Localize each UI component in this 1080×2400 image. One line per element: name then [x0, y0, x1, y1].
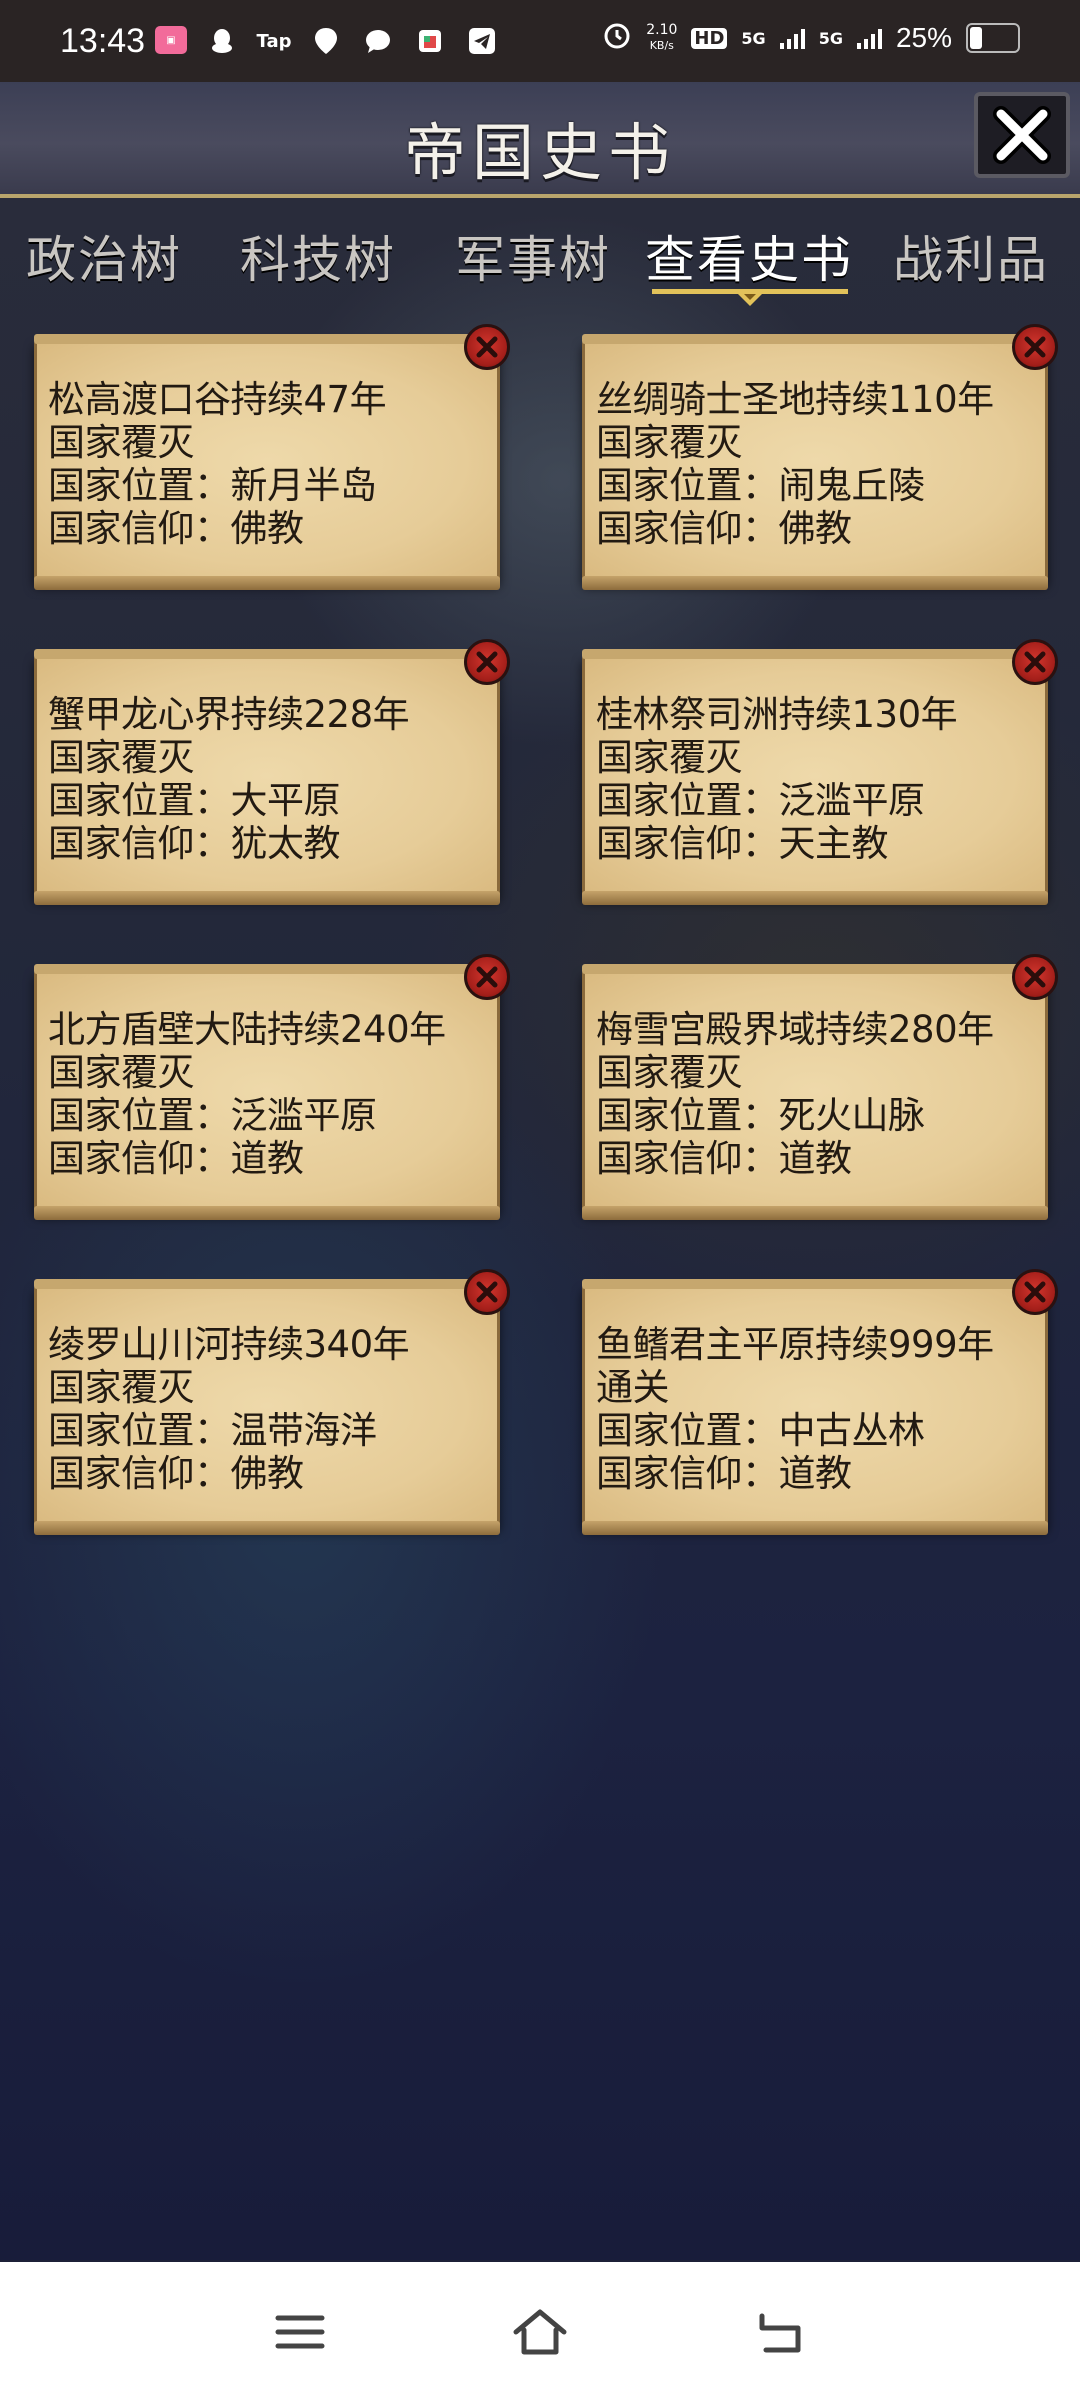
back-icon [759, 2313, 801, 2353]
delete-record-button[interactable] [1012, 639, 1058, 685]
record-title: 蟹甲龙心界持续228年 [48, 693, 410, 736]
record-title: 北方盾壁大陆持续240年 [48, 1008, 446, 1051]
close-button[interactable] [974, 92, 1070, 178]
menu-icon [275, 2315, 325, 2349]
signal-icon-2 [856, 27, 882, 49]
record-religion: 国家信仰：佛教 [596, 507, 852, 550]
record-location: 国家位置：中古丛林 [596, 1409, 925, 1452]
close-icon [1024, 966, 1046, 988]
signal-icon [779, 27, 805, 49]
network-speed: 2.10 KB/s [646, 22, 677, 54]
delete-record-button[interactable] [464, 1269, 510, 1315]
tab-trophies[interactable]: 战利品 [893, 220, 1049, 292]
delete-record-button[interactable] [1012, 324, 1058, 370]
net-speed-value: 2.10 [646, 22, 678, 38]
record-location: 国家位置：死火山脉 [596, 1094, 925, 1137]
battery-icon [966, 23, 1020, 53]
history-card: 松高渡口谷持续47年 国家覆灭 国家位置：新月半岛 国家信仰：佛教 [34, 324, 510, 590]
net-speed-unit: KB/s [649, 39, 674, 52]
back-button[interactable] [750, 2302, 810, 2362]
record-location: 国家位置：闹鬼丘陵 [596, 464, 925, 507]
tap-icon: Tap [256, 30, 292, 52]
history-card: 绫罗山川河持续340年 国家覆灭 国家位置：温带海洋 国家信仰：佛教 [34, 1269, 510, 1535]
tab-politics[interactable]: 政治树 [26, 220, 182, 292]
record-title: 绫罗山川河持续340年 [48, 1323, 410, 1366]
delete-record-button[interactable] [464, 324, 510, 370]
record-location: 国家位置：温带海洋 [48, 1409, 377, 1452]
close-icon [476, 336, 498, 358]
record-location: 国家位置：泛滥平原 [596, 779, 925, 822]
hd-icon: HD [691, 27, 728, 49]
close-icon [1024, 651, 1046, 673]
qq-icon [205, 26, 239, 56]
record-religion: 国家信仰：佛教 [48, 1452, 304, 1495]
close-icon [476, 1281, 498, 1303]
close-icon [476, 966, 498, 988]
close-icon [1024, 336, 1046, 358]
record-title: 松高渡口谷持续47年 [48, 378, 387, 421]
clock: 13:43 [60, 22, 146, 60]
page-title: 帝国史书 [403, 116, 676, 189]
menu-button[interactable] [270, 2302, 330, 2362]
close-icon [476, 651, 498, 673]
record-status: 国家覆灭 [48, 736, 195, 779]
record-religion: 国家信仰：天主教 [596, 822, 889, 865]
tab-military[interactable]: 军事树 [455, 220, 611, 292]
delete-record-button[interactable] [464, 954, 510, 1000]
record-title: 丝绸骑士圣地持续110年 [596, 378, 994, 421]
record-location: 国家位置：新月半岛 [48, 464, 377, 507]
record-status: 国家覆灭 [596, 1051, 743, 1094]
telegram-icon [465, 26, 499, 56]
history-card: 桂林祭司洲持续130年 国家覆灭 国家位置：泛滥平原 国家信仰：天主教 [582, 639, 1058, 905]
history-card: 蟹甲龙心界持续228年 国家覆灭 国家位置：大平原 国家信仰：犹太教 [34, 639, 510, 905]
notification-icons: ▣ Tap [155, 26, 499, 56]
tab-bar: 政治树 科技树 军事树 查看史书 战利品 [0, 210, 1080, 320]
system-indicators: 2.10 KB/s HD 5G 5G 25% [602, 20, 1020, 56]
status-bar: 13:43 ▣ Tap 2.10 KB/s HD 5G 5G 25% [0, 0, 1080, 82]
record-location: 国家位置：泛滥平原 [48, 1094, 377, 1137]
record-religion: 国家信仰：道教 [596, 1137, 852, 1180]
record-location: 国家位置：大平原 [48, 779, 341, 822]
sim1-label: 5G [741, 28, 766, 48]
record-title: 鱼鳍君主平原持续999年 [596, 1323, 994, 1366]
delete-record-button[interactable] [464, 639, 510, 685]
delete-record-button[interactable] [1012, 1269, 1058, 1315]
record-title: 梅雪宫殿界域持续280年 [596, 1008, 994, 1051]
bilibili-icon: ▣ [155, 26, 187, 54]
delete-record-button[interactable] [1012, 954, 1058, 1000]
du-icon [309, 26, 343, 56]
tab-technology[interactable]: 科技树 [240, 220, 396, 292]
battery-percent: 25% [895, 22, 952, 53]
active-tab-indicator [652, 289, 848, 306]
record-religion: 国家信仰：道教 [48, 1137, 304, 1180]
home-icon [513, 2309, 567, 2355]
store-icon [413, 26, 447, 56]
system-navigation-bar [0, 2262, 1080, 2400]
home-button[interactable] [510, 2302, 570, 2362]
sim2-label: 5G [818, 28, 843, 48]
record-status: 国家覆灭 [596, 421, 743, 464]
record-status: 国家覆灭 [48, 1366, 195, 1409]
record-title: 桂林祭司洲持续130年 [596, 693, 958, 736]
close-icon [993, 106, 1051, 164]
record-status: 通关 [596, 1366, 670, 1409]
alarm-icon [602, 20, 632, 56]
record-religion: 国家信仰：佛教 [48, 507, 304, 550]
record-status: 国家覆灭 [596, 736, 743, 779]
close-icon [1024, 1281, 1046, 1303]
record-status: 国家覆灭 [48, 1051, 195, 1094]
history-card: 鱼鳍君主平原持续999年 通关 国家位置：中古丛林 国家信仰：道教 [582, 1269, 1058, 1535]
record-religion: 国家信仰：道教 [596, 1452, 852, 1495]
chat-icon [361, 26, 395, 56]
title-bar: 帝国史书 [0, 82, 1080, 198]
record-religion: 国家信仰：犹太教 [48, 822, 341, 865]
history-card: 梅雪宫殿界域持续280年 国家覆灭 国家位置：死火山脉 国家信仰：道教 [582, 954, 1058, 1220]
history-card: 丝绸骑士圣地持续110年 国家覆灭 国家位置：闹鬼丘陵 国家信仰：佛教 [582, 324, 1058, 590]
tab-history-book[interactable]: 查看史书 [645, 220, 853, 292]
history-card: 北方盾壁大陆持续240年 国家覆灭 国家位置：泛滥平原 国家信仰：道教 [34, 954, 510, 1220]
record-status: 国家覆灭 [48, 421, 195, 464]
